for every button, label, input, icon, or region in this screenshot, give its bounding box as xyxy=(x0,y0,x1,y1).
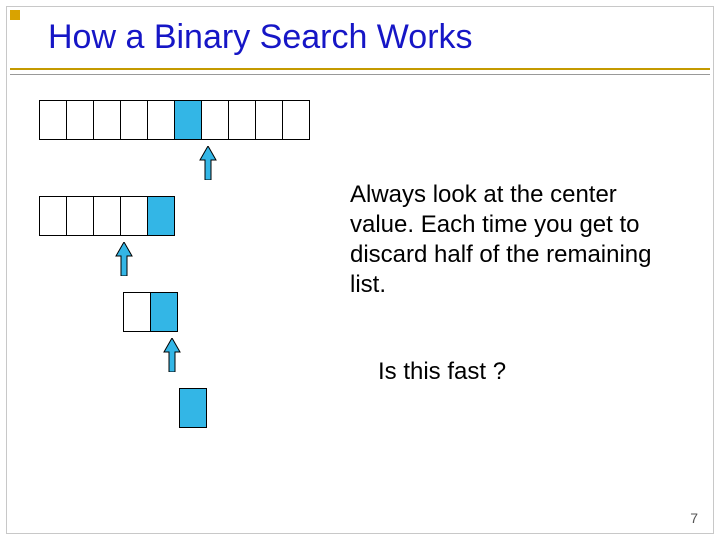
array-row xyxy=(40,100,310,140)
pointer-arrow xyxy=(40,148,310,178)
question-text: Is this fast ? xyxy=(378,358,506,386)
cell xyxy=(66,196,94,236)
cell xyxy=(147,100,175,140)
cell xyxy=(120,100,148,140)
pointer-arrow xyxy=(40,340,310,370)
cell xyxy=(228,100,256,140)
cell xyxy=(93,100,121,140)
array-row xyxy=(40,196,310,236)
cell xyxy=(201,100,229,140)
cell xyxy=(93,196,121,236)
title-rule-thin xyxy=(10,74,710,75)
slide-title: How a Binary Search Works xyxy=(48,18,473,57)
pointer-arrow xyxy=(40,244,310,274)
cell xyxy=(39,100,67,140)
cell-highlight xyxy=(147,196,175,236)
array-row xyxy=(180,388,310,428)
cell xyxy=(123,292,151,332)
array-row xyxy=(124,292,310,332)
cell xyxy=(66,100,94,140)
accent-square xyxy=(10,10,20,20)
explanation-text: Always look at the center value. Each ti… xyxy=(350,180,680,300)
binary-search-diagram xyxy=(40,100,310,436)
cell-highlight xyxy=(150,292,178,332)
title-rule-accent xyxy=(10,68,710,70)
cell xyxy=(120,196,148,236)
cell xyxy=(39,196,67,236)
cell-highlight xyxy=(179,388,207,428)
cell-highlight xyxy=(174,100,202,140)
page-number: 7 xyxy=(690,510,698,526)
cell xyxy=(255,100,283,140)
cell xyxy=(282,100,310,140)
